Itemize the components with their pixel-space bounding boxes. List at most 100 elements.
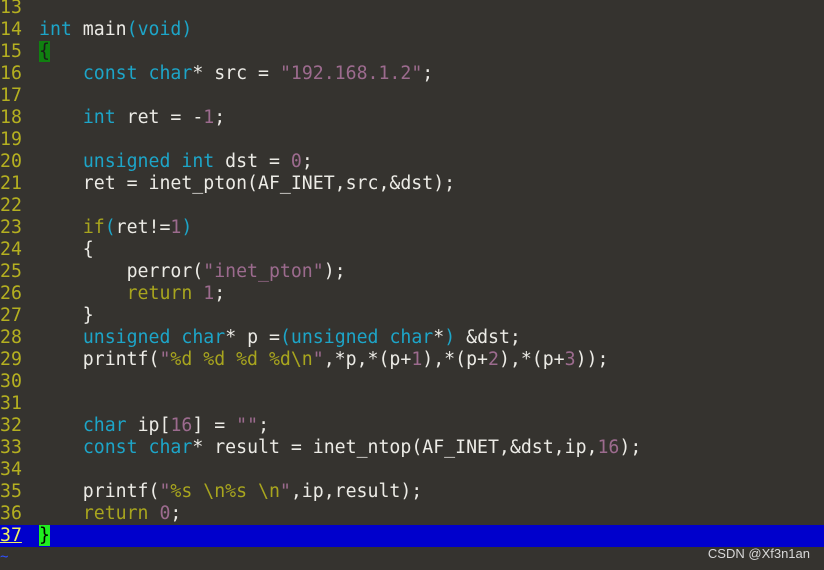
code-token: 16 bbox=[597, 437, 620, 458]
code-token: 0 bbox=[290, 151, 302, 172]
code-line[interactable]: 30 bbox=[0, 371, 824, 393]
code-token: %s \n%s \n bbox=[170, 481, 280, 502]
code-token: printf( bbox=[39, 349, 160, 370]
code-line[interactable]: 31 bbox=[0, 393, 824, 415]
code-token: ip[ bbox=[126, 415, 171, 436]
code-line[interactable]: 21 ret = inet_pton(AF_INET,src,&dst); bbox=[0, 173, 824, 195]
line-number: 16 bbox=[0, 63, 22, 84]
code-token: void bbox=[137, 19, 182, 40]
code-token: " bbox=[279, 481, 291, 502]
code-line[interactable]: 14 int main(void) bbox=[0, 19, 824, 41]
code-editor[interactable]: 13 14 int main(void) 15{16 const char* src … bbox=[0, 0, 824, 547]
code-token: 1 bbox=[203, 283, 215, 304]
code-line[interactable]: 35 printf("%s \n%s \n",ip,result); bbox=[0, 481, 824, 503]
line-number: 23 bbox=[0, 217, 22, 238]
code-token: return bbox=[126, 283, 193, 304]
line-number: 35 bbox=[0, 481, 22, 502]
code-line[interactable]: 34 bbox=[0, 459, 824, 481]
code-line[interactable]: 32 char ip[16] = ""; bbox=[0, 415, 824, 437]
code-token: char bbox=[181, 327, 226, 348]
code-line[interactable]: 36 return 0; bbox=[0, 503, 824, 525]
code-token: main bbox=[71, 19, 127, 40]
code-token: int bbox=[39, 19, 72, 40]
line-number: 26 bbox=[0, 283, 22, 304]
code-token: ret = - bbox=[115, 107, 204, 128]
code-line[interactable]: 17 bbox=[0, 85, 824, 107]
code-line[interactable]: 25 perror("inet_pton"); bbox=[0, 261, 824, 283]
code-token: return bbox=[82, 503, 149, 524]
line-number: 36 bbox=[0, 503, 22, 524]
code-token: 1 bbox=[411, 349, 423, 370]
code-token: unsigned bbox=[82, 151, 171, 172]
code-line[interactable]: 19 bbox=[0, 129, 824, 151]
line-number: 21 bbox=[0, 173, 22, 194]
code-token: unsigned bbox=[290, 327, 379, 348]
code-token: printf( bbox=[39, 481, 160, 502]
empty-line-marker: ~ bbox=[0, 549, 9, 565]
code-token: ret = inet_pton(AF_INET,src,&dst); bbox=[39, 173, 456, 194]
line-number: 25 bbox=[0, 261, 22, 282]
code-line[interactable]: 28 unsigned char* p =(unsigned char*) &d… bbox=[0, 327, 824, 349]
code-token: " bbox=[159, 481, 171, 502]
line-number: 37 bbox=[0, 525, 22, 546]
code-line[interactable]: 23 if(ret!=1) bbox=[0, 217, 824, 239]
code-line[interactable]: 33 const char* result = inet_ntop(AF_INE… bbox=[0, 437, 824, 459]
code-token: &dst; bbox=[455, 327, 521, 348]
code-token: ] = bbox=[192, 415, 237, 436]
code-token: const bbox=[82, 437, 138, 458]
code-token: * bbox=[433, 327, 445, 348]
code-token: * src = bbox=[192, 63, 280, 84]
code-token: * result = inet_ntop(AF_INET,&dst,ip, bbox=[192, 437, 598, 458]
code-token: ; bbox=[214, 283, 226, 304]
code-token: " bbox=[312, 349, 324, 370]
code-line[interactable]: 22 bbox=[0, 195, 824, 217]
code-line[interactable]: 29 printf("%d %d %d %d\n",*p,*(p+1),*(p+… bbox=[0, 349, 824, 371]
code-token: 2 bbox=[487, 349, 499, 370]
line-number: 27 bbox=[0, 305, 22, 326]
line-number: 17 bbox=[0, 85, 22, 106]
line-number: 24 bbox=[0, 239, 22, 260]
code-token: char bbox=[148, 63, 193, 84]
code-token: ; bbox=[301, 151, 313, 172]
code-token: ) bbox=[181, 217, 193, 238]
code-token: 3 bbox=[564, 349, 576, 370]
code-token: "192.168.1.2" bbox=[279, 63, 423, 84]
code-line[interactable]: 26 return 1; bbox=[0, 283, 824, 305]
code-token: char bbox=[148, 437, 193, 458]
code-token: ,ip,result); bbox=[290, 481, 423, 502]
line-number: 34 bbox=[0, 459, 22, 480]
code-line[interactable]: 13 bbox=[0, 0, 824, 19]
code-line[interactable]: 15 { bbox=[0, 41, 824, 63]
watermark: CSDN @Xf3n1an bbox=[707, 546, 810, 561]
code-line[interactable]: 37} bbox=[0, 525, 824, 547]
code-line[interactable]: 24 { bbox=[0, 239, 824, 261]
code-token: if bbox=[82, 217, 105, 238]
code-token: "" bbox=[236, 415, 259, 436]
line-number: 19 bbox=[0, 129, 22, 150]
code-token: ( bbox=[104, 217, 116, 238]
code-token: perror( bbox=[39, 261, 204, 282]
code-line[interactable]: 18 int ret = -1; bbox=[0, 107, 824, 129]
code-token: ),*(p+ bbox=[422, 349, 488, 370]
line-number: 33 bbox=[0, 437, 22, 458]
code-token: ; bbox=[170, 503, 182, 524]
code-token: char bbox=[82, 415, 127, 436]
line-number: 28 bbox=[0, 327, 22, 348]
code-token: ),*(p+ bbox=[498, 349, 565, 370]
code-token: "inet_pton" bbox=[203, 261, 324, 282]
code-line[interactable]: 27 } bbox=[0, 305, 824, 327]
code-line[interactable]: 16 const char* src = "192.168.1.2"; bbox=[0, 63, 824, 85]
code-line[interactable]: 20 unsigned int dst = 0; bbox=[0, 151, 824, 173]
